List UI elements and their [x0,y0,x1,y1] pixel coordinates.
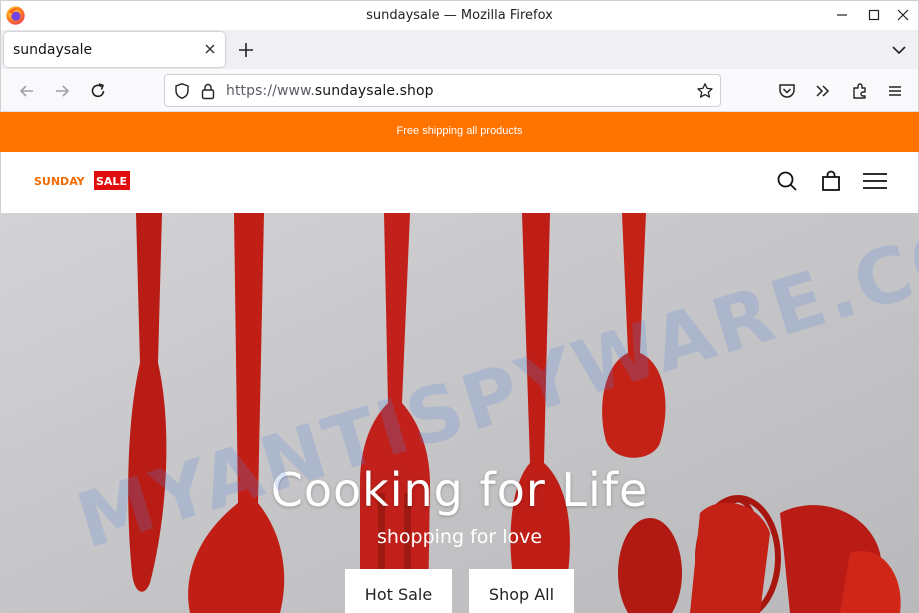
window-titlebar: sundaysale — Mozilla Firefox [0,0,919,30]
shield-icon[interactable] [173,82,191,100]
extensions-icon[interactable] [850,81,870,101]
address-bar[interactable]: https://www.sundaysale.shop [164,74,721,107]
list-all-tabs-chevron-icon[interactable] [889,40,909,60]
announcement-bar: Free shipping all products [0,112,919,152]
announcement-text: Free shipping all products [396,125,523,137]
new-tab-plus-icon[interactable] [235,39,257,61]
navigation-toolbar: https://www.sundaysale.shop [0,69,919,112]
hero-background-image [0,213,919,613]
forward-arrow-icon[interactable] [52,81,72,101]
hero-banner: Cooking for Life shopping for love Hot S… [0,213,919,613]
window-close-button[interactable] [886,1,919,29]
site-logo[interactable]: SUNDAY SALE [33,170,131,191]
close-icon [897,9,909,21]
overflow-chevron-icon[interactable] [813,81,833,101]
shop-all-button[interactable]: Shop All [469,569,574,613]
hot-sale-button[interactable]: Hot Sale [345,569,452,613]
lock-icon[interactable] [200,82,216,100]
logo-word-sunday: SUNDAY [34,175,86,188]
tab-strip: sundaysale [0,30,919,69]
url-prefix: https://www. [226,83,315,99]
search-icon[interactable] [775,169,799,193]
menu-icon[interactable] [861,169,889,193]
pocket-icon[interactable] [777,81,797,101]
tab-label: sundaysale [13,42,93,58]
maximize-icon [868,9,880,21]
logo-word-sale: SALE [96,175,127,188]
utensil-cluster-piece [690,502,770,613]
window-title: sundaysale — Mozilla Firefox [366,8,553,23]
hero-subtitle: shopping for love [376,526,543,548]
back-arrow-icon[interactable] [17,81,37,101]
hamburger-menu-icon[interactable] [885,81,905,101]
shopping-bag-icon[interactable] [819,169,843,193]
minimize-icon [837,14,847,16]
tab-sundaysale[interactable]: sundaysale [4,32,225,67]
url-text[interactable]: https://www.sundaysale.shop [226,83,434,99]
reload-icon[interactable] [88,81,108,101]
minimize-button[interactable] [825,1,859,29]
url-domain: sundaysale.shop [314,83,434,99]
star-icon[interactable] [696,82,714,100]
tab-close-icon[interactable] [202,41,218,57]
hero-title: Cooking for Life [270,463,649,517]
site-header: SUNDAY SALE [0,152,919,213]
